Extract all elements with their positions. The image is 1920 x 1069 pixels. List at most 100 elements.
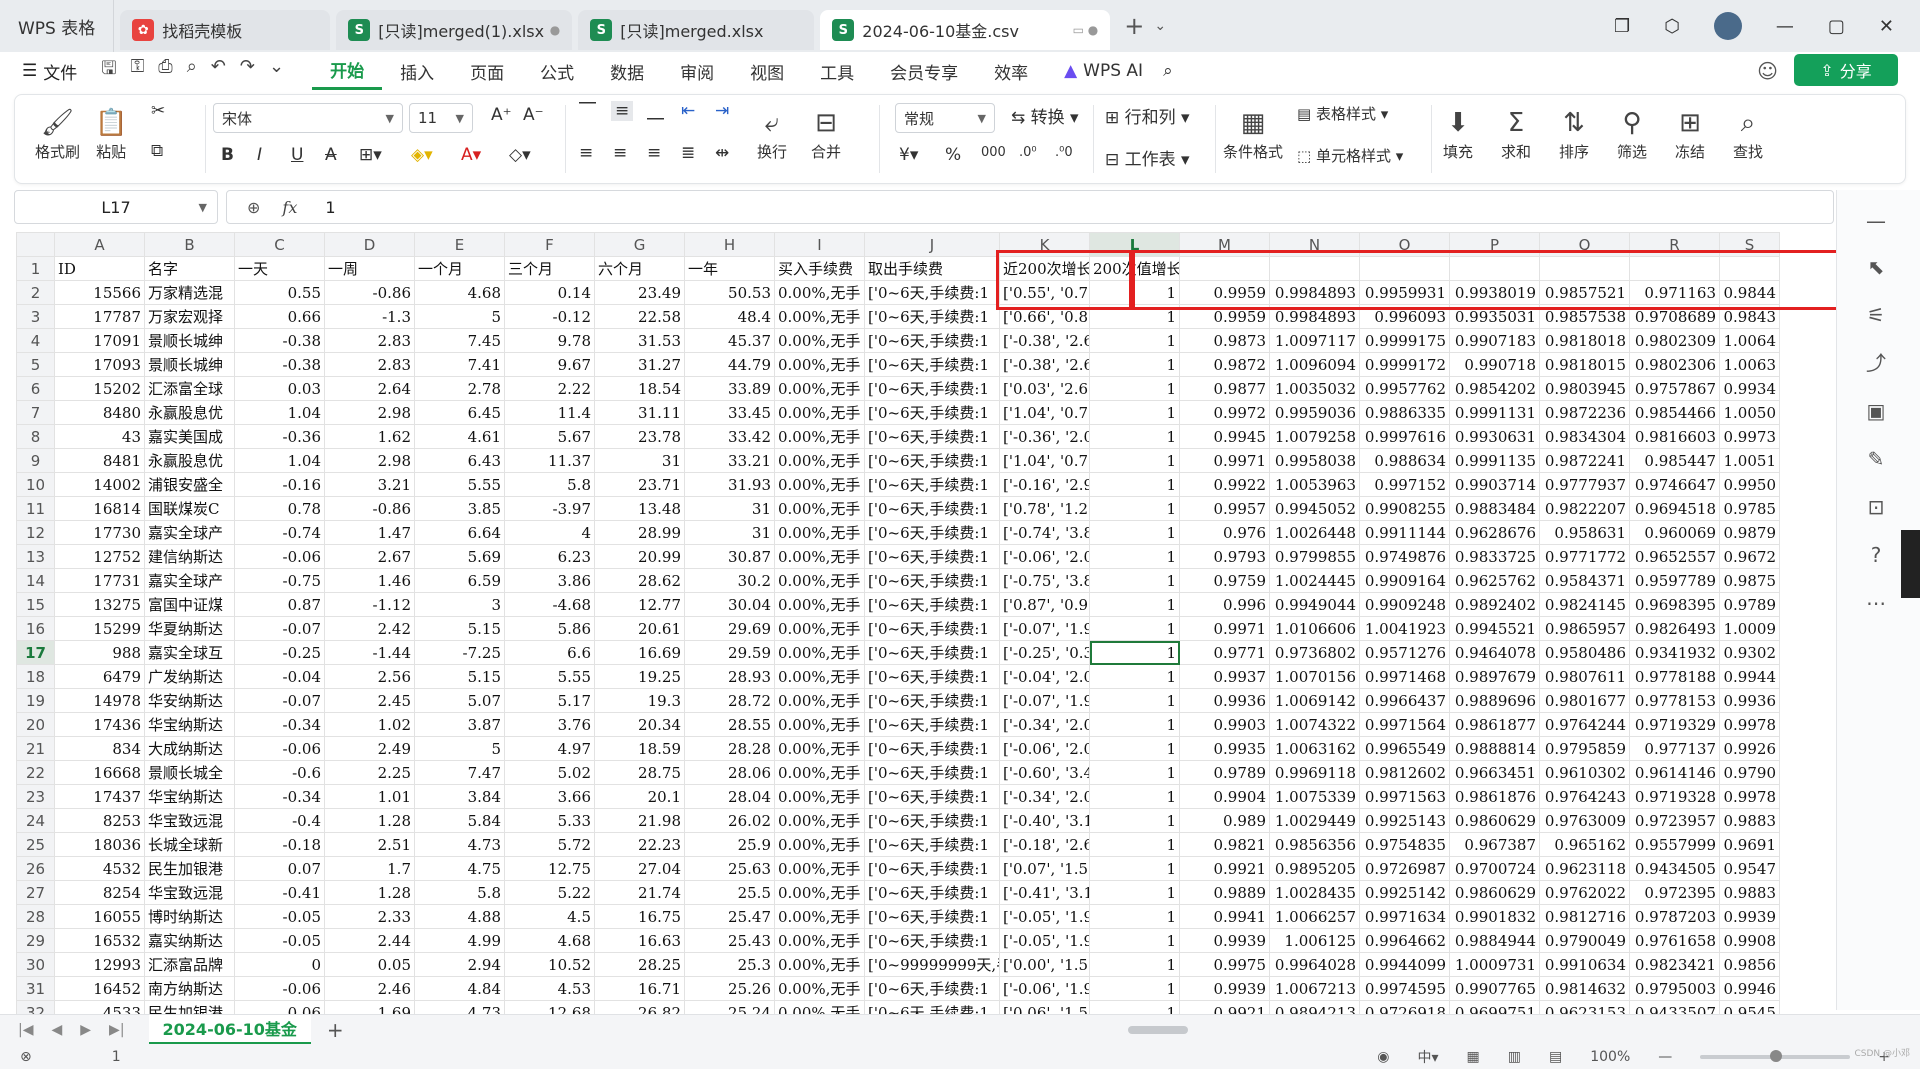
cell-h13[interactable]: 30.87 [684, 544, 775, 569]
cell-k14[interactable]: ['-0.75', '3.8 [999, 568, 1090, 593]
cell-e23[interactable]: 3.84 [414, 784, 505, 809]
cell-s1[interactable] [1719, 256, 1780, 281]
cell-e20[interactable]: 3.87 [414, 712, 505, 737]
cell-d28[interactable]: 2.33 [324, 904, 415, 929]
cell-c4[interactable]: -0.38 [234, 328, 325, 353]
cell-m8[interactable]: 0.9945 [1179, 424, 1270, 449]
cell-g26[interactable]: 27.04 [594, 856, 685, 881]
cell-a5[interactable]: 17093 [54, 352, 145, 377]
cell-q26[interactable]: 0.9623118 [1539, 856, 1630, 881]
cell-c12[interactable]: -0.74 [234, 520, 325, 545]
cell-r23[interactable]: 0.9719328 [1629, 784, 1720, 809]
cell-j22[interactable]: ['0~6天,手续费:1 [864, 760, 1000, 785]
cell-s6[interactable]: 0.9934 [1719, 376, 1780, 401]
cell-o15[interactable]: 0.9909248 [1359, 592, 1450, 617]
save-icon[interactable]: 🖫 [101, 56, 116, 86]
cell-b30[interactable]: 汇添富品牌 [144, 952, 235, 977]
row-header[interactable]: 11 [16, 496, 55, 521]
cell-l6[interactable]: 1 [1089, 376, 1180, 401]
cell-k8[interactable]: ['-0.36', '2.0 [999, 424, 1090, 449]
cell-c15[interactable]: 0.87 [234, 592, 325, 617]
cell-n29[interactable]: 1.006125 [1269, 928, 1360, 953]
cell-r26[interactable]: 0.9434505 [1629, 856, 1720, 881]
cell-h2[interactable]: 50.53 [684, 280, 775, 305]
cell-d6[interactable]: 2.64 [324, 376, 415, 401]
cell-a21[interactable]: 834 [54, 736, 145, 761]
row-header[interactable]: 4 [16, 328, 55, 353]
cell-g5[interactable]: 31.27 [594, 352, 685, 377]
copy-icon[interactable]: ⧉ [151, 141, 163, 161]
justify-icon[interactable]: ≣ [681, 143, 695, 163]
cell-l8[interactable]: 1 [1089, 424, 1180, 449]
cell-h32[interactable]: 25.24 [684, 1000, 775, 1014]
horizontal-scrollbar[interactable] [1088, 1025, 1808, 1035]
tab-merged1[interactable]: S [只读]merged(1).xlsx ● [336, 10, 573, 50]
cell-p29[interactable]: 0.9884944 [1449, 928, 1540, 953]
cell-r21[interactable]: 0.977137 [1629, 736, 1720, 761]
cell-l19[interactable]: 1 [1089, 688, 1180, 713]
cell-p3[interactable]: 0.9935031 [1449, 304, 1540, 329]
cell-a16[interactable]: 15299 [54, 616, 145, 641]
cell-g6[interactable]: 18.54 [594, 376, 685, 401]
cell-s14[interactable]: 0.9875 [1719, 568, 1780, 593]
row-header[interactable]: 21 [16, 736, 55, 761]
zoom-level[interactable]: 100% [1590, 1049, 1630, 1065]
cell-k21[interactable]: ['-0.06', '2.0 [999, 736, 1090, 761]
cell-q23[interactable]: 0.9764243 [1539, 784, 1630, 809]
cell-p27[interactable]: 0.9860629 [1449, 880, 1540, 905]
italic-icon[interactable]: I [257, 145, 262, 165]
cell-g2[interactable]: 23.49 [594, 280, 685, 305]
cell-q16[interactable]: 0.9865957 [1539, 616, 1630, 641]
column-header-d[interactable]: D [324, 232, 415, 257]
cell-o5[interactable]: 0.9999172 [1359, 352, 1450, 377]
cell-e28[interactable]: 4.88 [414, 904, 505, 929]
cell-e22[interactable]: 7.47 [414, 760, 505, 785]
row-header[interactable]: 30 [16, 952, 55, 977]
cell-k25[interactable]: ['-0.18', '2.6 [999, 832, 1090, 857]
cell-p9[interactable]: 0.9991135 [1449, 448, 1540, 473]
cell-r2[interactable]: 0.971163 [1629, 280, 1720, 305]
column-header-n[interactable]: N [1269, 232, 1360, 257]
cell-c22[interactable]: -0.6 [234, 760, 325, 785]
cell-f3[interactable]: -0.12 [504, 304, 595, 329]
cell-k11[interactable]: ['0.78', '1.23 [999, 496, 1090, 521]
cell-l2[interactable]: 1 [1089, 280, 1180, 305]
cell-r3[interactable]: 0.9708689 [1629, 304, 1720, 329]
distribute-icon[interactable]: ⇹ [715, 143, 729, 163]
zoom-knob[interactable] [1770, 1049, 1783, 1062]
cell-e2[interactable]: 4.68 [414, 280, 505, 305]
cell-c2[interactable]: 0.55 [234, 280, 325, 305]
cell-j1[interactable]: 取出手续费 [864, 256, 1000, 281]
cell-q2[interactable]: 0.9857521 [1539, 280, 1630, 305]
print-icon[interactable]: ⎙ [158, 56, 172, 86]
cell-e6[interactable]: 2.78 [414, 376, 505, 401]
cell-n26[interactable]: 0.9895205 [1269, 856, 1360, 881]
row-header[interactable]: 9 [16, 448, 55, 473]
cell-q6[interactable]: 0.9803945 [1539, 376, 1630, 401]
cell-k22[interactable]: ['-0.60', '3.4 [999, 760, 1090, 785]
fill-button[interactable]: ⬇ 填充 [1443, 105, 1473, 162]
cell-o18[interactable]: 0.9971468 [1359, 664, 1450, 689]
tab-fund-csv[interactable]: S 2024-06-10基金.csv ▭ ● [820, 10, 1111, 50]
cell-m4[interactable]: 0.9873 [1179, 328, 1270, 353]
close-icon[interactable]: ✕ [1879, 16, 1894, 37]
cell-i15[interactable]: 0.00%,无手 [774, 592, 865, 617]
cell-i26[interactable]: 0.00%,无手 [774, 856, 865, 881]
row-header[interactable]: 17 [16, 640, 55, 665]
cell-m19[interactable]: 0.9936 [1179, 688, 1270, 713]
cell-r32[interactable]: 0.9433507 [1629, 1000, 1720, 1014]
worksheet-button[interactable]: ⊟ 工作表 ▾ [1105, 145, 1190, 170]
cell-a27[interactable]: 8254 [54, 880, 145, 905]
tab-view[interactable]: 视图 [732, 52, 802, 90]
cell-m2[interactable]: 0.9959 [1179, 280, 1270, 305]
cell-f17[interactable]: 6.6 [504, 640, 595, 665]
cell-b10[interactable]: 浦银安盛全 [144, 472, 235, 497]
cell-h8[interactable]: 33.42 [684, 424, 775, 449]
cell-b11[interactable]: 国联煤炭C [144, 496, 235, 521]
format-painter-button[interactable]: 🖌 格式刷 [35, 105, 80, 162]
cell-i16[interactable]: 0.00%,无手 [774, 616, 865, 641]
cell-d4[interactable]: 2.83 [324, 328, 415, 353]
cell-j3[interactable]: ['0~6天,手续费:1 [864, 304, 1000, 329]
cell-g18[interactable]: 19.25 [594, 664, 685, 689]
cell-f18[interactable]: 5.55 [504, 664, 595, 689]
